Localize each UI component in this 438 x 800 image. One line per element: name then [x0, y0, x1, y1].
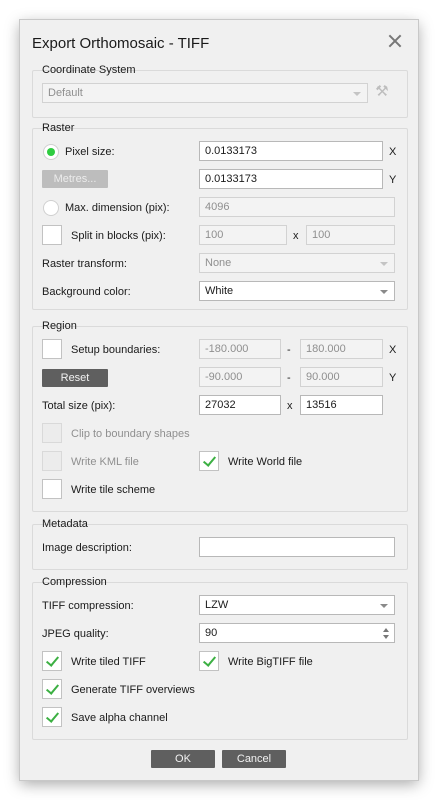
raster-group-label: Raster: [42, 122, 75, 134]
clip-boundary-label: Clip to boundary shapes: [71, 428, 190, 440]
write-world-file-checkbox[interactable]: [199, 451, 219, 471]
tiff-compression-label: TIFF compression:: [42, 600, 134, 612]
pixel-x-axis-label: X: [389, 146, 397, 158]
write-tiled-tiff-label: Write tiled TIFF: [71, 656, 146, 668]
raster-transform-value: None: [205, 257, 232, 269]
jpeg-quality-label: JPEG quality:: [42, 628, 109, 640]
max-dimension-radio[interactable]: [43, 200, 59, 216]
radio-selected-dot: [47, 148, 55, 156]
metadata-group-label: Metadata: [42, 518, 88, 530]
spin-up-icon[interactable]: [383, 628, 389, 632]
tiff-compression-value: LZW: [205, 599, 229, 611]
split-y-input[interactable]: 100: [306, 225, 395, 245]
pixel-size-radio[interactable]: [43, 144, 59, 160]
x-min-input[interactable]: -180.000: [199, 339, 281, 359]
save-alpha-checkbox[interactable]: [42, 707, 62, 727]
background-color-value: White: [205, 285, 234, 297]
raster-transform-select[interactable]: None: [199, 253, 395, 273]
settings-tool-icon: ⚒: [375, 83, 389, 100]
region-group-label: Region: [42, 320, 77, 332]
cancel-button[interactable]: Cancel: [222, 750, 286, 768]
total-size-label: Total size (pix):: [42, 400, 116, 412]
checkmark-icon: [45, 653, 60, 667]
y-min-input[interactable]: -90.000: [199, 367, 281, 387]
split-blocks-checkbox[interactable]: [42, 225, 62, 245]
coordinate-system-select: Default: [42, 83, 368, 103]
split-x-input[interactable]: 100: [199, 225, 287, 245]
compression-group-label: Compression: [42, 576, 107, 588]
y-max-input[interactable]: 90.000: [300, 367, 383, 387]
background-color-label: Background color:: [42, 286, 131, 298]
checkmark-icon: [45, 681, 60, 695]
total-height-input[interactable]: 13516: [300, 395, 383, 415]
pixel-size-x-input[interactable]: 0.0133173: [199, 141, 383, 161]
setup-boundaries-checkbox[interactable]: [42, 339, 62, 359]
checkmark-icon: [202, 453, 217, 467]
write-kml-label: Write KML file: [71, 456, 139, 468]
write-bigtiff-checkbox[interactable]: [199, 651, 219, 671]
background-color-select[interactable]: White: [199, 281, 395, 301]
tiff-compression-select[interactable]: LZW: [199, 595, 395, 615]
jpeg-quality-value: 90: [205, 627, 218, 639]
close-icon[interactable]: [386, 32, 404, 50]
chevron-down-icon: [380, 290, 388, 294]
image-description-label: Image description:: [42, 542, 132, 554]
reset-button[interactable]: Reset: [42, 369, 108, 387]
region-x-axis-label: X: [389, 344, 397, 356]
chevron-down-icon: [380, 604, 388, 608]
y-range-dash: -: [287, 372, 291, 384]
split-blocks-label: Split in blocks (pix):: [71, 230, 166, 242]
write-world-file-label: Write World file: [228, 456, 303, 468]
metres-button[interactable]: Metres...: [42, 170, 108, 188]
checkmark-icon: [45, 709, 60, 723]
clip-boundary-checkbox[interactable]: [42, 423, 62, 443]
save-alpha-label: Save alpha channel: [71, 712, 168, 724]
coordinate-system-value: Default: [48, 87, 83, 99]
checkmark-icon: [202, 653, 217, 667]
region-y-axis-label: Y: [389, 372, 397, 384]
pixel-size-y-input[interactable]: 0.0133173: [199, 169, 383, 189]
image-description-input[interactable]: [199, 537, 395, 557]
max-dimension-input[interactable]: 4096: [199, 197, 395, 217]
total-width-input[interactable]: 27032: [199, 395, 281, 415]
raster-transform-label: Raster transform:: [42, 258, 127, 270]
write-bigtiff-label: Write BigTIFF file: [228, 656, 313, 668]
generate-overviews-checkbox[interactable]: [42, 679, 62, 699]
coordinate-system-group-label: Coordinate System: [42, 64, 136, 76]
generate-overviews-label: Generate TIFF overviews: [71, 684, 195, 696]
ok-button[interactable]: OK: [151, 750, 215, 768]
max-dimension-label: Max. dimension (pix):: [65, 202, 170, 214]
x-max-input[interactable]: 180.000: [300, 339, 383, 359]
chevron-down-icon: [380, 262, 388, 266]
x-range-dash: -: [287, 344, 291, 356]
total-size-separator: x: [287, 400, 293, 412]
jpeg-quality-spinbox[interactable]: 90: [199, 623, 395, 643]
write-tile-scheme-checkbox[interactable]: [42, 479, 62, 499]
pixel-y-axis-label: Y: [389, 174, 397, 186]
pixel-size-label: Pixel size:: [65, 146, 115, 158]
split-separator: x: [293, 230, 299, 242]
write-tiled-tiff-checkbox[interactable]: [42, 651, 62, 671]
write-kml-checkbox[interactable]: [42, 451, 62, 471]
spin-down-icon[interactable]: [383, 635, 389, 639]
dialog-title: Export Orthomosaic - TIFF: [32, 35, 210, 52]
chevron-down-icon: [353, 92, 361, 96]
setup-boundaries-label: Setup boundaries:: [71, 344, 161, 356]
write-tile-scheme-label: Write tile scheme: [71, 484, 156, 496]
